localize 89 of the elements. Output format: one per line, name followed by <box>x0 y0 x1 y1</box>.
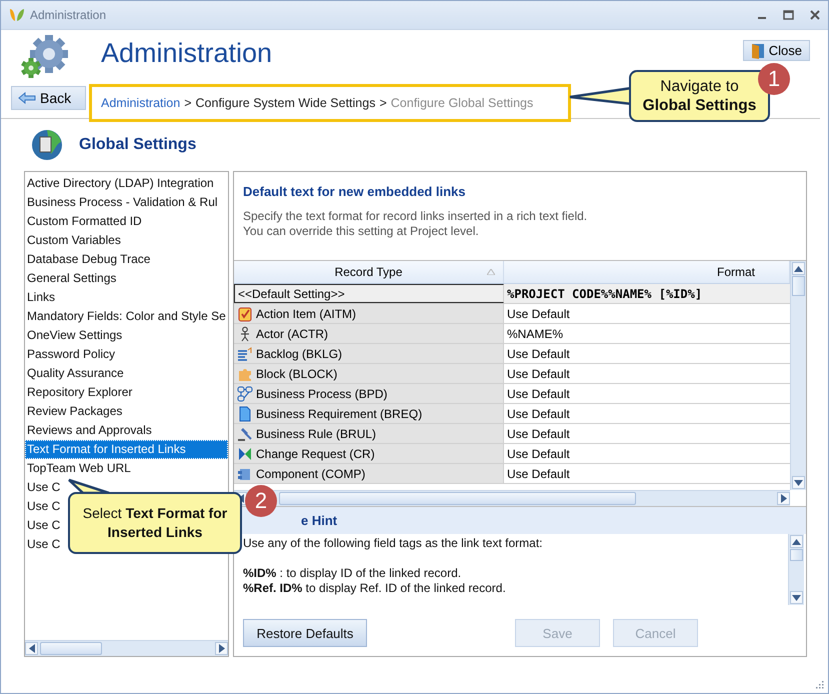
settings-list-item[interactable]: Review Packages <box>25 402 124 421</box>
restore-defaults-button[interactable]: Restore Defaults <box>243 619 367 647</box>
close-button[interactable]: Close <box>742 40 810 61</box>
horizontal-scrollbar[interactable] <box>234 490 790 506</box>
record-type-text: Business Process (BPD) <box>256 386 388 400</box>
settings-list-item[interactable]: Links <box>25 288 58 307</box>
settings-list-item[interactable]: Text Format for Inserted Links <box>25 440 228 459</box>
table-cell-text: Use Default <box>506 366 571 382</box>
settings-list-item[interactable]: Reviews and Approvals <box>25 421 154 440</box>
scroll-right-arrow-icon[interactable] <box>218 644 224 653</box>
record-type-text: Business Requirement (BREQ) <box>256 406 422 420</box>
gavel-icon <box>237 426 253 442</box>
description-text: You can override this setting at Project level. <box>243 224 480 239</box>
arrows-icon <box>237 446 253 462</box>
panel-title: Default text for new embedded links <box>243 184 466 199</box>
checklist-icon <box>237 306 253 322</box>
step-badge: 1 <box>758 63 790 95</box>
settings-list-item[interactable]: Active Directory (LDAP) Integration <box>25 174 216 193</box>
settings-list-item[interactable]: Database Debug Trace <box>25 250 152 269</box>
scrollbar-thumb[interactable] <box>792 276 805 296</box>
description-text: Specify the text format for record links inserted in a rich text field. <box>243 209 588 224</box>
table-cell-text: Use Default <box>506 446 571 462</box>
scroll-up-arrow-icon[interactable] <box>794 266 803 272</box>
record-type-text: Block (BLOCK) <box>256 366 338 380</box>
scrollbar-thumb[interactable] <box>40 642 102 655</box>
hint-text: Use any of the following field tags as the link text format: <box>243 536 544 551</box>
table-cell-text: Use Default <box>506 346 571 362</box>
settings-list-item[interactable]: Quality Assurance <box>25 364 126 383</box>
table-cell-text: Use Default <box>506 406 571 422</box>
record-type-text: Component (COMP) <box>256 466 366 480</box>
table-cell-text: Use Default <box>506 386 571 402</box>
door-icon <box>750 42 765 58</box>
column-header[interactable]: Record Type <box>234 261 504 283</box>
flowchart-icon <box>237 386 253 402</box>
sort-arrow-icon <box>487 269 495 275</box>
settings-list-item[interactable]: TopTeam Web URL <box>25 459 133 478</box>
settings-list-item[interactable]: General Settings <box>25 269 118 288</box>
table-cell-text: Use Default <box>506 426 571 442</box>
settings-list-item[interactable]: Repository Explorer <box>25 383 134 402</box>
table-cell-text: %NAME% <box>506 326 564 342</box>
hint-text: %ID% : to display ID of the linked record. <box>243 566 462 581</box>
window-title: Administration <box>30 8 106 22</box>
settings-list-item[interactable]: Custom Formatted ID <box>25 212 144 231</box>
table-cell-text: %PROJECT CODE%%NAME% [%ID%] <box>506 286 704 302</box>
app-logo-icon <box>9 8 25 22</box>
settings-list-item[interactable]: Use C <box>25 516 62 535</box>
record-type-text: <<Default Setting>> <box>238 286 345 300</box>
maximize-icon[interactable] <box>783 10 794 20</box>
section-title: Global Settings <box>79 136 196 154</box>
settings-list-item[interactable]: Use C <box>25 478 62 497</box>
globe-document-icon <box>31 129 63 161</box>
settings-list-item[interactable]: Password Policy <box>25 345 118 364</box>
settings-list-item[interactable]: Use C <box>25 535 62 554</box>
breadcrumb-item: Configure Global Settings <box>390 96 534 110</box>
breadcrumb-separator: > <box>379 96 387 110</box>
scroll-up-arrow-icon[interactable] <box>792 538 801 544</box>
scrollbar-thumb[interactable] <box>790 549 803 561</box>
list-icon <box>237 346 253 362</box>
breadcrumb-link[interactable]: Administration <box>101 96 180 110</box>
record-type-text: Business Rule (BRUL) <box>256 426 376 440</box>
gears-icon <box>19 34 71 80</box>
breadcrumb-separator: > <box>184 96 192 110</box>
record-type-text: Change Request (CR) <box>256 446 375 460</box>
scrollbar-thumb[interactable] <box>279 492 636 505</box>
back-button[interactable]: Back <box>11 86 86 110</box>
scroll-down-arrow-icon[interactable] <box>794 480 803 486</box>
scroll-left-arrow-icon[interactable] <box>28 644 34 653</box>
table-cell-text: Use Default <box>506 306 571 322</box>
settings-list-item[interactable]: Use C <box>25 497 62 516</box>
record-type-text: Actor (ACTR) <box>256 326 328 340</box>
close-icon[interactable] <box>810 10 820 20</box>
settings-list-item[interactable]: Business Process - Validation & Rul <box>25 193 220 212</box>
callout-text: Navigate to Global Settings <box>629 70 770 122</box>
horizontal-scrollbar[interactable] <box>25 640 228 656</box>
resize-grip-icon[interactable] <box>814 679 824 689</box>
settings-list-item[interactable]: Mandatory Fields: Color and Style Se <box>25 307 228 326</box>
left-arrow-icon <box>18 92 36 104</box>
hint-text: %Ref. ID% to display Ref. ID of the linked record. <box>243 581 507 596</box>
page-title: Administration <box>100 37 274 70</box>
scroll-down-arrow-icon[interactable] <box>792 594 801 600</box>
breadcrumb-item: Configure System Wide Settings <box>196 96 376 110</box>
record-type-text: Backlog (BKLG) <box>256 346 342 360</box>
settings-list-item[interactable]: Custom Variables <box>25 231 123 250</box>
vertical-scrollbar[interactable] <box>788 534 804 605</box>
vertical-scrollbar[interactable] <box>790 261 806 490</box>
table-cell-text: Use Default <box>506 466 571 482</box>
scroll-right-arrow-icon[interactable] <box>780 494 786 503</box>
settings-list-item[interactable]: OneView Settings <box>25 326 124 345</box>
record-type-text: Action Item (AITM) <box>256 306 356 320</box>
